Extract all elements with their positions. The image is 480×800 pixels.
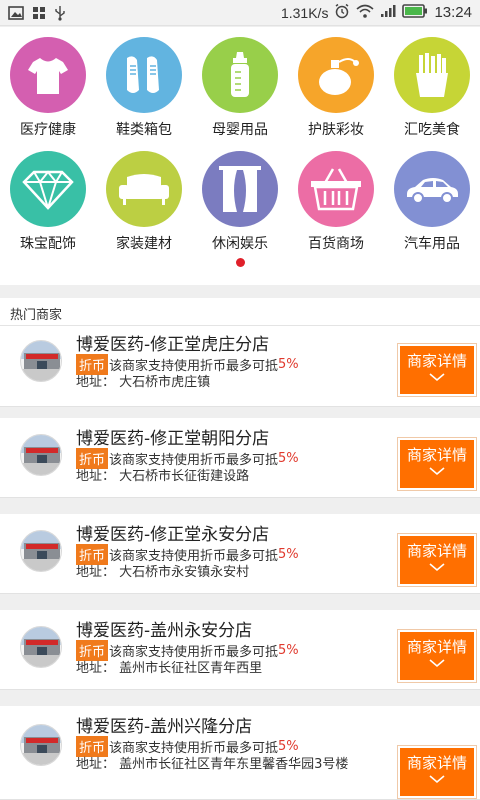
merchant-promo: 折币 该商家支持使用折币最多可抵 5%	[76, 448, 299, 469]
signal-icon	[380, 4, 396, 22]
merchant-address: 地址： 大石桥市永安镇永安村	[76, 565, 250, 580]
basket-icon	[298, 151, 374, 227]
promo-percent: 5%	[278, 547, 299, 562]
curtain-icon	[202, 151, 278, 227]
merchant-address: 地址： 盖州市长征社区青年西里	[76, 661, 263, 676]
merchant-card[interactable]: 博爱医药-盖州永安分店 折币 该商家支持使用折币最多可抵 5% 地址： 盖州市长…	[0, 610, 480, 690]
coin-tag: 折币	[76, 736, 109, 757]
usb-icon	[54, 5, 66, 21]
battery-icon	[402, 3, 428, 22]
diamond-icon	[10, 151, 86, 227]
coin-tag: 折币	[76, 448, 109, 469]
merchant-promo: 折币 该商家支持使用折币最多可抵 5%	[76, 736, 299, 757]
merchant-address: 地址： 大石桥市长征街建设路	[76, 469, 250, 484]
category-label: 家装建材	[116, 236, 172, 252]
promo-percent: 5%	[278, 451, 299, 466]
merchant-thumbnail	[20, 340, 62, 382]
detail-button-label: 商家详情	[406, 446, 467, 464]
detail-button-label: 商家详情	[406, 638, 467, 656]
category-department-store[interactable]: 百货商场	[288, 151, 384, 265]
merchant-thumbnail	[20, 530, 62, 572]
chevron-down-icon	[429, 775, 445, 784]
category-grid: 医疗健康 鞋类箱包 母婴用品 护肤彩妆 汇吃美食 珠宝配饰 家装建材 休闲娱乐 …	[0, 37, 480, 265]
page-indicator-dot	[236, 258, 245, 267]
category-label: 医疗健康	[20, 122, 76, 138]
merchant-name: 博爱医药-修正堂朝阳分店	[76, 429, 270, 449]
category-label: 汇吃美食	[404, 122, 460, 138]
baby-bottle-icon	[202, 37, 278, 113]
merchant-name: 博爱医药-盖州永安分店	[76, 621, 253, 641]
category-label: 汽车用品	[404, 236, 460, 252]
merchant-name: 博爱医药-修正堂永安分店	[76, 525, 270, 545]
promo-text: 该商家支持使用折币最多可抵	[109, 741, 279, 756]
fries-icon	[394, 37, 470, 113]
category-baby[interactable]: 母婴用品	[192, 37, 288, 151]
sofa-icon	[106, 151, 182, 227]
chevron-down-icon	[429, 373, 445, 382]
alarm-icon	[334, 3, 350, 23]
merchant-detail-button[interactable]: 商家详情	[397, 629, 477, 683]
category-shoes-bags[interactable]: 鞋类箱包	[96, 37, 192, 151]
image-icon	[8, 5, 24, 20]
promo-percent: 5%	[278, 357, 299, 372]
merchant-promo: 折币 该商家支持使用折币最多可抵 5%	[76, 640, 299, 661]
category-home-building[interactable]: 家装建材	[96, 151, 192, 265]
merchant-detail-button[interactable]: 商家详情	[397, 745, 477, 799]
section-title: 热门商家	[0, 298, 480, 326]
grid-icon	[32, 6, 46, 20]
clock: 13:24	[434, 4, 472, 21]
promo-text: 该商家支持使用折币最多可抵	[109, 549, 279, 564]
car-icon	[394, 151, 470, 227]
merchant-card[interactable]: 博爱医药-修正堂朝阳分店 折币 该商家支持使用折币最多可抵 5% 地址： 大石桥…	[0, 418, 480, 498]
merchant-card[interactable]: 博爱医药-盖州兴隆分店 折币 该商家支持使用折币最多可抵 5% 地址： 盖州市长…	[0, 706, 480, 800]
merchant-thumbnail	[20, 724, 62, 766]
category-skincare[interactable]: 护肤彩妆	[288, 37, 384, 151]
detail-button-label: 商家详情	[406, 754, 467, 772]
category-leisure[interactable]: 休闲娱乐	[192, 151, 288, 265]
promo-text: 该商家支持使用折币最多可抵	[109, 453, 279, 468]
promo-text: 该商家支持使用折币最多可抵	[109, 645, 279, 660]
promo-percent: 5%	[278, 643, 299, 658]
merchant-card[interactable]: 博爱医药-修正堂永安分店 折币 该商家支持使用折币最多可抵 5% 地址： 大石桥…	[0, 514, 480, 594]
status-bar: 1.31K/s 13:24	[0, 0, 480, 26]
chevron-down-icon	[429, 659, 445, 668]
category-panel: 医疗健康 鞋类箱包 母婴用品 护肤彩妆 汇吃美食 珠宝配饰 家装建材 休闲娱乐 …	[0, 27, 480, 285]
category-label: 母婴用品	[212, 122, 268, 138]
category-label: 百货商场	[308, 236, 364, 252]
merchant-promo: 折币 该商家支持使用折币最多可抵 5%	[76, 544, 299, 565]
coin-tag: 折币	[76, 354, 109, 375]
merchant-name: 博爱医药-修正堂虎庄分店	[76, 335, 270, 355]
category-food[interactable]: 汇吃美食	[384, 37, 480, 151]
merchant-address: 地址： 盖州市长征社区青年东里馨香华园3号楼	[76, 757, 349, 772]
chevron-down-icon	[429, 467, 445, 476]
merchant-address: 地址： 大石桥市虎庄镇	[76, 375, 211, 390]
detail-button-label: 商家详情	[406, 352, 467, 370]
merchant-detail-button[interactable]: 商家详情	[397, 533, 477, 587]
coin-tag: 折币	[76, 640, 109, 661]
merchant-card[interactable]: 博爱医药-修正堂虎庄分店 折币 该商家支持使用折币最多可抵 5% 地址： 大石桥…	[0, 326, 480, 407]
shoes-icon	[106, 37, 182, 113]
category-label: 护肤彩妆	[308, 122, 364, 138]
coin-tag: 折币	[76, 544, 109, 565]
perfume-icon	[298, 37, 374, 113]
promo-text: 该商家支持使用折币最多可抵	[109, 359, 279, 374]
network-speed: 1.31K/s	[280, 4, 329, 21]
tshirt-icon	[10, 37, 86, 113]
merchant-promo: 折币 该商家支持使用折币最多可抵 5%	[76, 354, 299, 375]
detail-button-label: 商家详情	[406, 542, 467, 560]
category-auto[interactable]: 汽车用品	[384, 151, 480, 265]
merchant-thumbnail	[20, 626, 62, 668]
category-jewelry[interactable]: 珠宝配饰	[0, 151, 96, 265]
category-medical-health[interactable]: 医疗健康	[0, 37, 96, 151]
wifi-icon	[356, 4, 374, 22]
chevron-down-icon	[429, 563, 445, 572]
promo-percent: 5%	[278, 739, 299, 754]
category-label: 鞋类箱包	[116, 122, 172, 138]
merchant-thumbnail	[20, 434, 62, 476]
category-label: 休闲娱乐	[212, 236, 268, 252]
category-label: 珠宝配饰	[20, 236, 76, 252]
merchant-name: 博爱医药-盖州兴隆分店	[76, 717, 253, 737]
merchant-detail-button[interactable]: 商家详情	[397, 343, 477, 397]
merchant-detail-button[interactable]: 商家详情	[397, 437, 477, 491]
